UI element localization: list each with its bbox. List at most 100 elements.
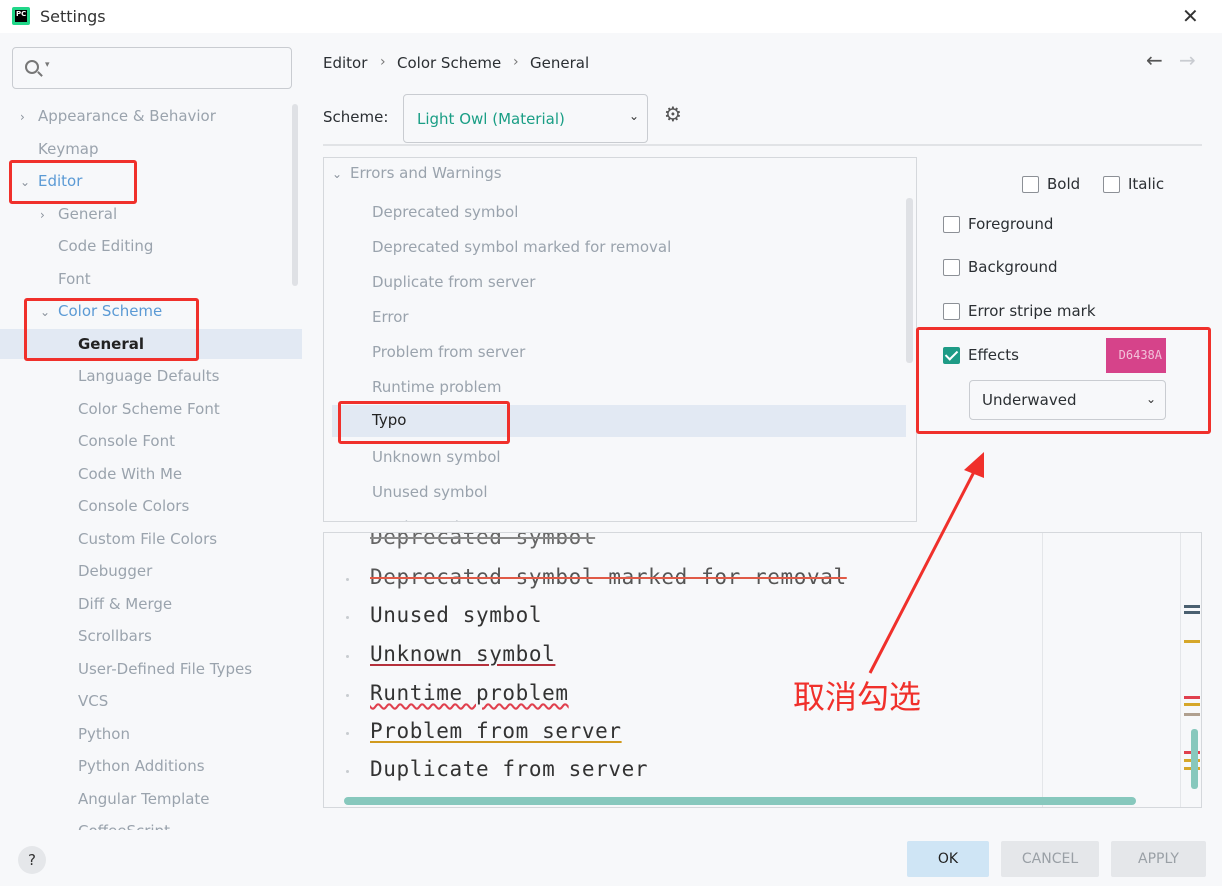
forward-arrow-icon[interactable]: → [1179, 48, 1196, 72]
annotation-text: 取消勾选 [793, 678, 922, 716]
ok-button[interactable]: OK [907, 841, 989, 877]
sidebar-item-label: General [58, 205, 118, 223]
effects-color-swatch[interactable]: D6438A [1106, 338, 1166, 373]
list-item[interactable]: Error [372, 300, 409, 335]
sidebar-item-appearance-behavior[interactable]: › Appearance & Behavior [20, 101, 216, 131]
list-item[interactable]: Duplicate from server [372, 265, 535, 300]
sidebar-item-color-scheme[interactable]: ⌄ Color Scheme [40, 296, 162, 326]
breadcrumb-general: General [530, 54, 590, 72]
sidebar-item-keymap[interactable]: Keymap [38, 134, 99, 164]
list-item[interactable]: Weak warning [372, 510, 478, 521]
error-stripe-checkbox[interactable] [943, 303, 960, 320]
preview-horizontal-scrollbar[interactable] [344, 797, 1136, 805]
sidebar-item-label: CoffeeScript [78, 822, 170, 830]
tree-group-label: Errors and Warnings [350, 164, 502, 182]
chevron-right-icon: › [20, 110, 25, 124]
close-icon[interactable]: ✕ [1182, 4, 1199, 28]
chevron-down-icon: ⌄ [628, 109, 639, 123]
title-bar: PC Settings ✕ [0, 0, 1222, 33]
sidebar-item-label: Python Additions [78, 757, 205, 775]
sidebar-item-custom-file-colors[interactable]: Custom File Colors [78, 524, 217, 554]
list-item[interactable]: Runtime problem [372, 370, 502, 405]
breadcrumb-color-scheme[interactable]: Color Scheme [397, 54, 501, 72]
settings-search-input[interactable]: ▾ [12, 47, 292, 89]
sidebar-item-editor[interactable]: ⌄ Editor [20, 166, 82, 196]
effects-checkbox[interactable] [943, 347, 960, 364]
effect-type-select[interactable]: Underwaved ⌄ [969, 380, 1166, 420]
gear-icon[interactable]: ⚙ [664, 102, 682, 126]
search-options-caret-icon[interactable]: ▾ [45, 60, 50, 70]
sidebar-item-general[interactable]: › General [40, 199, 117, 229]
sidebar-item-label: Font [58, 270, 91, 288]
sidebar-item-diff-merge[interactable]: Diff & Merge [78, 589, 172, 619]
list-item[interactable]: Unknown symbol [372, 440, 501, 475]
list-item-label: Typo [372, 411, 407, 429]
scheme-label: Scheme: [323, 108, 389, 126]
list-item[interactable]: Unused symbol [372, 475, 488, 510]
stripe-mark [1184, 605, 1200, 608]
breadcrumb-separator: › [380, 54, 386, 70]
scheme-select[interactable]: Light Owl (Material) ⌄ [403, 94, 648, 143]
bold-label: Bold [1047, 175, 1081, 193]
preview-line-duplicate: Duplicate from server [370, 757, 649, 781]
sidebar-item-console-colors[interactable]: Console Colors [78, 491, 189, 521]
sidebar-item-vcs[interactable]: VCS [78, 686, 108, 716]
sidebar-item-label: Appearance & Behavior [38, 107, 216, 125]
sidebar-item-label: Code Editing [58, 237, 154, 255]
sidebar-item-code-with-me[interactable]: Code With Me [78, 459, 182, 489]
sidebar-item-label: Color Scheme [58, 302, 163, 320]
bold-checkbox[interactable] [1022, 176, 1039, 193]
error-stripe-divider [1180, 533, 1181, 807]
error-stripe-label: Error stripe mark [968, 302, 1096, 320]
apply-button[interactable]: APPLY [1111, 841, 1206, 877]
back-arrow-icon[interactable]: ← [1146, 48, 1163, 72]
help-button[interactable]: ? [18, 846, 46, 874]
preview-vertical-scrollbar[interactable] [1191, 729, 1198, 789]
preview-line-problem-server: Problem from server [370, 719, 622, 743]
sidebar-item-language-defaults[interactable]: Language Defaults [78, 361, 219, 391]
breadcrumb-separator: › [513, 54, 519, 70]
preview-line-deprecated: Deprecated symbol [370, 532, 596, 549]
right-margin-guide [1042, 533, 1043, 807]
whitespace-dot [346, 578, 349, 581]
sidebar-item-label: Language Defaults [78, 367, 220, 385]
background-checkbox[interactable] [943, 259, 960, 276]
sidebar-item-python[interactable]: Python [78, 719, 130, 749]
sidebar-item-label: Console Font [78, 432, 175, 450]
list-item-selected[interactable]: Typo [332, 405, 906, 437]
sidebar-item-code-editing[interactable]: Code Editing [58, 231, 153, 261]
preview-editor[interactable]: Deprecated symbol Deprecated symbol mark… [323, 532, 1202, 808]
background-label: Background [968, 258, 1058, 276]
sidebar-item-label: Console Colors [78, 497, 190, 515]
whitespace-dot [346, 732, 349, 735]
list-item[interactable]: Deprecated symbol [372, 195, 518, 230]
sidebar-item-scrollbars[interactable]: Scrollbars [78, 621, 152, 651]
breadcrumb-editor[interactable]: Editor [323, 54, 367, 72]
sidebar-item-user-defined-file-types[interactable]: User-Defined File Types [78, 654, 252, 684]
italic-checkbox[interactable] [1103, 176, 1120, 193]
stripe-mark [1184, 640, 1200, 643]
sidebar-item-color-scheme-general[interactable]: General [0, 329, 302, 359]
sidebar-item-coffeescript[interactable]: CoffeeScript [78, 822, 170, 830]
foreground-checkbox[interactable] [943, 216, 960, 233]
list-item[interactable]: Deprecated symbol marked for removal [372, 230, 671, 265]
tree-group-errors-warnings[interactable]: ⌄ Errors and Warnings [332, 164, 502, 182]
cancel-button[interactable]: CANCEL [1001, 841, 1099, 877]
sidebar-item-debugger[interactable]: Debugger [78, 556, 152, 586]
sidebar-item-label: Code With Me [78, 465, 183, 483]
sidebar-item-color-scheme-font[interactable]: Color Scheme Font [78, 394, 220, 424]
window-title: Settings [40, 7, 106, 26]
sidebar-item-font[interactable]: Font [58, 264, 91, 294]
sidebar-scrollbar[interactable] [292, 104, 298, 286]
sidebar-item-python-additions[interactable]: Python Additions [78, 751, 205, 781]
sidebar-item-angular-template[interactable]: Angular Template [78, 784, 210, 814]
stripe-mark [1184, 703, 1200, 706]
preview-line-unused: Unused symbol [370, 603, 543, 627]
list-item[interactable]: Problem from server [372, 335, 525, 370]
sidebar-item-console-font[interactable]: Console Font [78, 426, 175, 456]
attributes-tree[interactable]: ⌄ Errors and Warnings Deprecated symbol D… [323, 157, 917, 522]
italic-label: Italic [1128, 175, 1165, 193]
list-scrollbar[interactable] [906, 198, 913, 363]
effect-type-value: Underwaved [982, 391, 1077, 409]
chevron-down-icon: ⌄ [40, 305, 51, 319]
